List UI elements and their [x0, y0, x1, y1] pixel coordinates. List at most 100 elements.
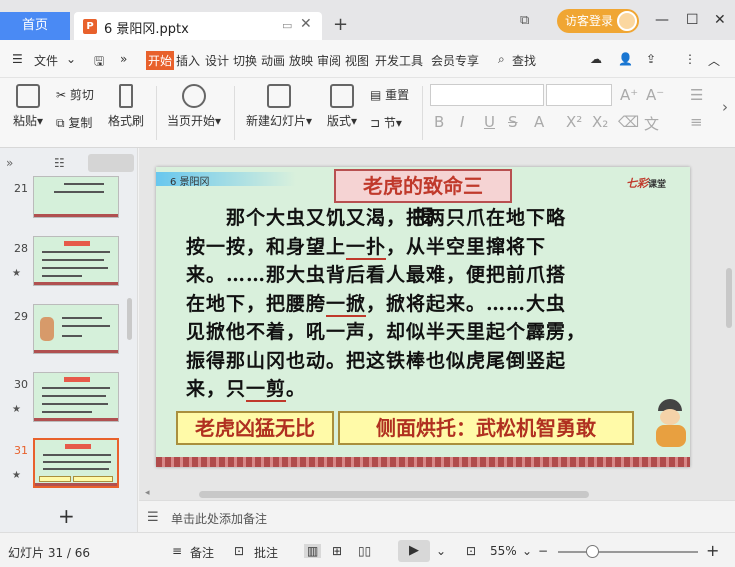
slide-thumbnail-row[interactable]: 21 [0, 176, 128, 232]
font-family-select[interactable] [430, 84, 544, 106]
menu-tab-developer[interactable]: 开发工具 [375, 52, 423, 69]
menu-tab-member[interactable]: 会员专享 [431, 52, 479, 69]
decrease-font-icon[interactable]: A⁻ [646, 86, 664, 104]
zoom-out-button[interactable]: − [538, 544, 548, 558]
menu-tab-view[interactable]: 视图 [345, 52, 369, 69]
search-label[interactable]: 查找 [512, 52, 536, 69]
slide-thumbnail[interactable] [33, 176, 119, 218]
maximize-button[interactable]: ☐ [686, 12, 699, 28]
zoom-level[interactable]: 55% [490, 544, 517, 558]
file-menu[interactable]: 文件 [34, 52, 58, 69]
increase-font-icon[interactable]: A⁺ [620, 86, 638, 104]
visitor-login-button[interactable]: 访客登录 [557, 9, 639, 33]
document-tab[interactable]: P 6 景阳冈.pptx ▭ ✕ [74, 12, 322, 40]
conclusion-box-right[interactable]: 侧面烘托：武松机智勇敢 [338, 411, 634, 445]
menu-tab-start[interactable]: 开始 [146, 51, 175, 70]
new-slide-button[interactable]: 新建幻灯片▾ [242, 84, 316, 129]
tab-close-icon[interactable]: ✕ [300, 16, 312, 32]
copy-button[interactable]: ⧉ 复制 [56, 114, 92, 131]
share-user-icon[interactable]: 👤 [618, 52, 633, 66]
superscript-icon[interactable]: X² [566, 113, 582, 131]
menu-tab-insert[interactable]: 插入 [176, 52, 200, 69]
font-color-icon[interactable]: A [534, 113, 544, 131]
layout-button[interactable]: 版式▾ [322, 84, 362, 129]
slide-title[interactable]: 老虎的致命三 [334, 169, 512, 203]
play-slideshow-button[interactable]: ▶ [398, 540, 430, 562]
hamburger-icon[interactable]: ☰ [12, 52, 23, 66]
zoom-slider-track[interactable] [558, 551, 698, 553]
panel-scrollbar[interactable] [127, 298, 132, 340]
slide-thumbnail-row[interactable]: 29 [0, 304, 128, 360]
collapse-ribbon-icon[interactable]: ︿ [708, 52, 720, 69]
ribbon-scroll-right-icon[interactable]: › [722, 98, 728, 116]
slide[interactable]: 6 景阳冈 老虎的致命三 七彩课堂 揭 那个大虫又饥又渴，把两只爪在地下略 按一… [156, 167, 690, 467]
slide-thumbnail-row[interactable]: 28 ★ [0, 236, 128, 292]
cut-button[interactable]: ✂ 剪切 [56, 86, 94, 103]
notes-placeholder[interactable]: 单击此处添加备注 [171, 510, 267, 527]
normal-view-icon[interactable]: ▥ [304, 544, 322, 558]
sorter-view-icon[interactable]: ⊞ [332, 544, 342, 558]
vertical-scroll-thumb[interactable] [726, 268, 732, 328]
zoom-slider-knob[interactable] [586, 545, 599, 558]
more-options-icon[interactable]: ⋮ [684, 52, 696, 66]
reading-view-icon[interactable]: ▯▯ [358, 544, 371, 558]
reset-button[interactable]: ▤ 重置 [370, 86, 409, 103]
list-icon[interactable]: ☰ [690, 86, 703, 104]
chevron-down-icon[interactable]: ⌄ [66, 52, 76, 66]
close-button[interactable]: ✕ [714, 12, 726, 28]
save-icon[interactable]: 🖫 [94, 52, 104, 73]
slide-thumbnail-row[interactable]: 31 ★ [0, 438, 128, 494]
conclusion-box-left[interactable]: 老虎凶猛无比 [176, 411, 334, 445]
menu-tab-transition[interactable]: 切换 [233, 52, 257, 69]
section-button[interactable]: ⊐ 节▾ [370, 114, 402, 131]
page-count-icon[interactable]: ⧉ [520, 13, 529, 28]
collapse-panel-icon[interactable]: » [6, 156, 13, 170]
thumbnail-view-toggle[interactable] [88, 154, 134, 172]
menu-tab-slideshow[interactable]: 放映 [289, 52, 313, 69]
horizontal-scrollbar[interactable]: ◂ ▸ [139, 488, 735, 500]
phonetic-icon[interactable]: 文 [644, 113, 659, 134]
cloud-icon[interactable]: ☁ [590, 52, 602, 66]
search-icon[interactable]: ⌕ [498, 52, 505, 67]
format-painter-button[interactable]: 格式刷 [106, 84, 146, 129]
paste-button[interactable]: 粘贴▾ [8, 84, 48, 129]
slide-thumbnail[interactable] [33, 236, 119, 286]
menu-tab-review[interactable]: 审阅 [317, 52, 341, 69]
comment-button[interactable]: 批注 [254, 544, 278, 561]
slide-thumbnail-active[interactable] [33, 438, 119, 488]
bold-icon[interactable]: B [434, 113, 444, 131]
more-icon[interactable]: » [120, 52, 127, 66]
subscript-icon[interactable]: X₂ [592, 113, 608, 131]
strikethrough-icon[interactable]: S [508, 113, 518, 131]
comment-icon[interactable]: ⊡ [234, 544, 244, 558]
slide-thumbnail[interactable] [33, 372, 119, 422]
play-options-chevron-icon[interactable]: ⌄ [436, 544, 446, 558]
notes-pane[interactable]: ☰ 单击此处添加备注 [139, 500, 735, 532]
home-tab[interactable]: 首页 [0, 12, 70, 40]
share-icon[interactable]: ⇪ [646, 52, 656, 66]
slide-thumbnail[interactable] [33, 304, 119, 354]
add-slide-button[interactable]: + [58, 504, 75, 528]
menu-tab-design[interactable]: 设计 [205, 52, 229, 69]
menu-tab-animation[interactable]: 动画 [261, 52, 285, 69]
scroll-left-icon[interactable]: ◂ [145, 488, 150, 498]
eraser-icon[interactable]: ⌫ [618, 113, 639, 131]
underline-icon[interactable]: U [484, 113, 495, 131]
slide-thumbnail-row[interactable]: 30 ★ [0, 372, 128, 428]
vertical-scrollbar[interactable] [722, 148, 735, 488]
italic-icon[interactable]: I [460, 113, 464, 131]
play-from-current-button[interactable]: 当页开始▾ [164, 84, 224, 129]
minimize-button[interactable]: — [655, 12, 669, 28]
font-size-select[interactable] [546, 84, 612, 106]
zoom-dropdown-icon[interactable]: ⌄ [522, 544, 532, 558]
window-icon[interactable]: ▭ [282, 19, 292, 32]
new-tab-button[interactable]: + [333, 14, 348, 35]
notes-icon[interactable]: ≡ [172, 544, 182, 558]
zoom-in-button[interactable]: + [706, 541, 719, 560]
align-icon[interactable]: ≡ [690, 113, 703, 131]
slide-body-text[interactable]: 那个大虫又饥又渴，把两只爪在地下略 按一按，和身望上一扑，从半空里撺将下 来。…… [186, 204, 656, 404]
fit-window-icon[interactable]: ⊡ [466, 544, 476, 558]
outline-view-icon[interactable]: ☷ [54, 156, 65, 170]
notes-toggle-button[interactable]: 备注 [190, 544, 214, 561]
horizontal-scroll-thumb[interactable] [199, 491, 589, 498]
